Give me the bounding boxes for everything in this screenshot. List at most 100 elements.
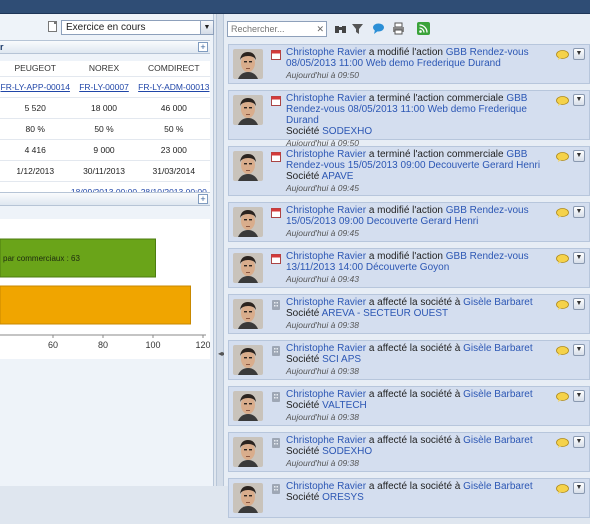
table-cell: 50 % — [137, 118, 210, 140]
actor-link[interactable]: Christophe Ravier — [286, 93, 366, 104]
comment-icon[interactable] — [372, 22, 385, 35]
societe-link[interactable]: ORESYS — [322, 492, 364, 503]
comment-bubble-icon[interactable] — [556, 346, 569, 356]
item-menu-button[interactable]: ▼ — [573, 150, 585, 162]
action-text: a affecté la société à — [366, 435, 464, 446]
calendar-icon — [271, 50, 281, 60]
activity-panel: ✕ Christophe Ravier a modifié l'action G… — [224, 14, 590, 518]
avatar[interactable] — [233, 391, 263, 421]
comment-bubble-icon[interactable] — [556, 392, 569, 402]
actor-link[interactable]: Christophe Ravier — [286, 149, 366, 160]
splitter[interactable]: ◂▸ — [216, 14, 226, 486]
table-cell-link[interactable]: FR-LY-APP-00014 — [0, 76, 71, 98]
actor-link[interactable]: Christophe Ravier — [286, 481, 366, 492]
table-cell: 5 520 — [0, 97, 71, 119]
avatar[interactable] — [233, 49, 263, 79]
top-bar — [0, 0, 590, 14]
item-menu-button[interactable]: ▼ — [573, 482, 585, 494]
feed-item: Christophe Ravier a affecté la société à… — [228, 478, 590, 518]
table-cell: 23 000 — [137, 139, 210, 161]
building-icon — [272, 392, 280, 402]
calendar-icon — [271, 254, 281, 264]
feed-item: Christophe Ravier a modifié l'action GBB… — [228, 202, 590, 242]
comment-bubble-icon[interactable] — [556, 50, 569, 60]
comment-bubble-icon[interactable] — [556, 96, 569, 106]
societe-link[interactable]: SODEXHO — [322, 446, 372, 457]
item-menu-button[interactable]: ▼ — [573, 48, 585, 60]
comment-bubble-icon[interactable] — [556, 208, 569, 218]
search-input[interactable] — [228, 22, 314, 36]
left-panel: Exercice en cours ▼ r + PEUGEOT NOREX CO… — [0, 14, 214, 486]
societe-link[interactable]: AREVA - SECTEUR OUEST — [322, 308, 449, 319]
feed-item: Christophe Ravier a affecté la société à… — [228, 386, 590, 426]
actor-link[interactable]: Christophe Ravier — [286, 435, 366, 446]
target-link[interactable]: Gisèle Barbaret — [463, 297, 532, 308]
avatar[interactable] — [233, 95, 263, 125]
chevron-down-icon[interactable]: ▼ — [200, 21, 213, 34]
filter-icon[interactable] — [351, 22, 364, 35]
building-icon — [272, 300, 280, 310]
exercise-select[interactable]: Exercice en cours ▼ — [61, 20, 214, 35]
item-menu-button[interactable]: ▼ — [573, 94, 585, 106]
actor-link[interactable]: Christophe Ravier — [286, 205, 366, 216]
print-icon[interactable] — [392, 22, 405, 35]
avatar[interactable] — [233, 345, 263, 375]
table-row: 5 520 18 000 46 000 — [0, 97, 210, 119]
splitter-grip-icon[interactable]: ◂▸ — [218, 349, 226, 359]
timestamp: Aujourd'hui à 09:38 — [286, 412, 359, 422]
item-menu-button[interactable]: ▼ — [573, 436, 585, 448]
avatar[interactable] — [233, 483, 263, 513]
avatar[interactable] — [233, 207, 263, 237]
action-text: a affecté la société à — [366, 343, 464, 354]
clear-icon[interactable]: ✕ — [316, 24, 324, 34]
timestamp: Aujourd'hui à 09:38 — [286, 320, 359, 330]
binoculars-icon[interactable] — [334, 22, 347, 35]
calendar-icon — [271, 152, 281, 162]
comment-bubble-icon[interactable] — [556, 152, 569, 162]
avatar[interactable] — [233, 437, 263, 467]
rss-icon[interactable] — [417, 22, 430, 35]
comment-bubble-icon[interactable] — [556, 254, 569, 264]
feed-text: Christophe Ravier a affecté la société à… — [286, 297, 558, 331]
societe-link[interactable]: SODEXHO — [322, 126, 372, 137]
target-link[interactable]: Gisèle Barbaret — [463, 481, 532, 492]
comment-bubble-icon[interactable] — [556, 438, 569, 448]
item-menu-button[interactable]: ▼ — [573, 252, 585, 264]
table-cell: 9 000 — [70, 139, 138, 161]
avatar[interactable] — [233, 299, 263, 329]
item-menu-button[interactable]: ▼ — [573, 298, 585, 310]
table-row: 1/12/2013 30/11/2013 31/03/2014 — [0, 160, 210, 182]
action-text: a terminé l'action commerciale — [366, 93, 507, 104]
target-link[interactable]: Gisèle Barbaret — [463, 435, 532, 446]
feed-item: Christophe Ravier a modifié l'action GBB… — [228, 44, 590, 84]
societe-label: Société — [286, 446, 323, 457]
target-link[interactable]: Gisèle Barbaret — [463, 389, 532, 400]
table-cell: 30/11/2013 — [70, 160, 138, 182]
actor-link[interactable]: Christophe Ravier — [286, 251, 366, 262]
feed-item: Christophe Ravier a modifié l'action GBB… — [228, 248, 590, 288]
table-cell-link[interactable]: FR-LY-ADM-00013 — [137, 76, 210, 98]
societe-link[interactable]: SCI APS — [322, 354, 361, 365]
x-tick-label: 60 — [48, 340, 58, 350]
document-icon[interactable] — [48, 21, 57, 32]
actor-link[interactable]: Christophe Ravier — [286, 297, 366, 308]
activity-feed: Christophe Ravier a modifié l'action GBB… — [228, 44, 590, 524]
actor-link[interactable]: Christophe Ravier — [286, 343, 366, 354]
table-cell-link[interactable]: FR-LY-00007 — [70, 76, 138, 98]
avatar[interactable] — [233, 253, 263, 283]
feed-item: Christophe Ravier a terminé l'action com… — [228, 146, 590, 196]
societe-link[interactable]: VALTECH — [322, 400, 367, 411]
calendar-icon — [271, 96, 281, 106]
item-menu-button[interactable]: ▼ — [573, 206, 585, 218]
add-button[interactable]: + — [198, 42, 208, 52]
societe-link[interactable]: APAVE — [322, 171, 354, 182]
actor-link[interactable]: Christophe Ravier — [286, 389, 366, 400]
target-link[interactable]: Gisèle Barbaret — [463, 343, 532, 354]
item-menu-button[interactable]: ▼ — [573, 344, 585, 356]
avatar[interactable] — [233, 151, 263, 181]
actor-link[interactable]: Christophe Ravier — [286, 47, 366, 58]
col-header: COMDIRECT — [137, 61, 210, 77]
add-button[interactable]: + — [198, 194, 208, 204]
item-menu-button[interactable]: ▼ — [573, 390, 585, 402]
comment-bubble-icon[interactable] — [556, 300, 569, 310]
